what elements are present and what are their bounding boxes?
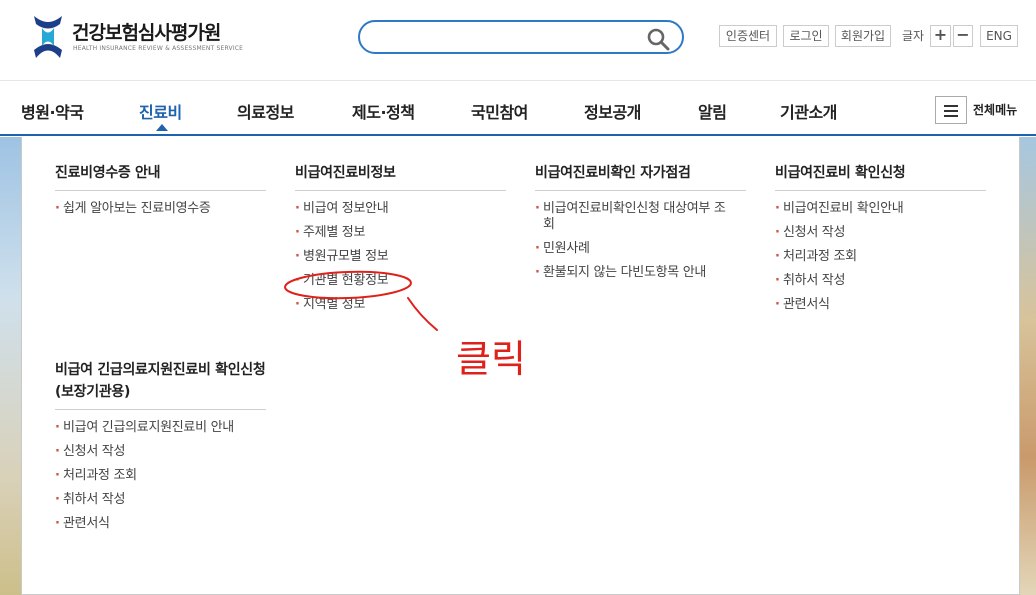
main-navigation: 병원·약국 진료비 의료정보 제도·정책 국민참여 정보공개 알림 기관소개 bbox=[0, 80, 1036, 136]
logo-subtext: HEALTH INSURANCE REVIEW & ASSESSMENT SER… bbox=[73, 45, 244, 52]
font-increase-button[interactable]: + bbox=[930, 25, 951, 47]
submenu-column-title: 비급여진료비정보 bbox=[295, 162, 506, 191]
submenu-link-institution-status[interactable]: 기관별 현황정보 bbox=[295, 273, 495, 289]
search-icon[interactable] bbox=[646, 27, 670, 51]
hamburger-icon-line bbox=[944, 110, 958, 112]
background-photo-edge bbox=[1020, 137, 1036, 595]
submenu-column-noncovered-info: 비급여진료비정보 비급여 정보안내 주제별 정보 병원규모별 정보 기관별 현황… bbox=[295, 162, 506, 321]
nav-participation[interactable]: 국민참여 bbox=[471, 99, 528, 123]
nav-medical-info[interactable]: 의료정보 bbox=[237, 99, 294, 123]
submenu-link[interactable]: 비급여진료비확인신청 대상여부 조회 bbox=[535, 201, 735, 233]
hamburger-icon bbox=[944, 105, 958, 107]
nav-info-disclosure[interactable]: 정보공개 bbox=[584, 99, 641, 123]
search-input[interactable] bbox=[374, 27, 634, 47]
submenu-column-title: 진료비영수증 안내 bbox=[55, 162, 266, 191]
submenu-link[interactable]: 취하서 작성 bbox=[775, 273, 975, 289]
submenu-link[interactable]: 민원사례 bbox=[535, 241, 735, 257]
submenu-link[interactable]: 신청서 작성 bbox=[775, 225, 975, 241]
active-caret-icon bbox=[156, 124, 168, 131]
submenu-link[interactable]: 주제별 정보 bbox=[295, 225, 495, 241]
submenu-link[interactable]: 환불되지 않는 다빈도항목 안내 bbox=[535, 265, 735, 281]
nav-about[interactable]: 기관소개 bbox=[780, 99, 837, 123]
submenu-link[interactable]: 처리과정 조회 bbox=[775, 249, 975, 265]
join-button[interactable]: 회원가입 bbox=[835, 25, 891, 47]
submenu-link[interactable]: 관련서식 bbox=[775, 297, 975, 313]
logo-text: 건강보험심사평가원 bbox=[72, 22, 221, 44]
font-decrease-button[interactable]: − bbox=[953, 25, 973, 47]
submenu-column-title: 비급여진료비 확인신청 bbox=[775, 162, 986, 191]
submenu-link[interactable]: 취하서 작성 bbox=[55, 492, 255, 508]
font-size-label: 글자 bbox=[902, 29, 925, 43]
submenu-panel: 진료비영수증 안내 쉽게 알아보는 진료비영수증 비급여진료비정보 비급여 정보… bbox=[21, 137, 1020, 595]
submenu-link[interactable]: 비급여 긴급의료지원진료비 안내 bbox=[55, 420, 255, 436]
nav-hospital-pharmacy[interactable]: 병원·약국 bbox=[21, 99, 84, 123]
logo-icon bbox=[34, 16, 62, 58]
submenu-link[interactable]: 비급여 정보안내 bbox=[295, 201, 495, 217]
submenu-column-title: 비급여 긴급의료지원진료비 확인신청(보장기관용) bbox=[55, 359, 266, 410]
submenu-link[interactable]: 관련서식 bbox=[55, 516, 255, 532]
search-box bbox=[358, 20, 684, 54]
hamburger-icon-line bbox=[944, 115, 958, 117]
site-logo[interactable]: 건강보험심사평가원 HEALTH INSURANCE REVIEW & ASSE… bbox=[30, 14, 243, 62]
submenu-column-confirm-request: 비급여진료비 확인신청 비급여진료비 확인안내 신청서 작성 처리과정 조회 취… bbox=[775, 162, 986, 321]
submenu-column-self-check: 비급여진료비확인 자가점검 비급여진료비확인신청 대상여부 조회 민원사례 환불… bbox=[535, 162, 746, 289]
submenu-column-receipt: 진료비영수증 안내 쉽게 알아보는 진료비영수증 bbox=[55, 162, 266, 225]
nav-medical-cost[interactable]: 진료비 bbox=[139, 99, 182, 123]
submenu-link[interactable]: 병원규모별 정보 bbox=[295, 249, 495, 265]
nav-notice[interactable]: 알림 bbox=[698, 99, 727, 123]
english-button[interactable]: ENG bbox=[980, 25, 1018, 47]
submenu-column-title: 비급여진료비확인 자가점검 bbox=[535, 162, 746, 191]
login-button[interactable]: 로그인 bbox=[783, 25, 829, 47]
submenu-link[interactable]: 비급여진료비 확인안내 bbox=[775, 201, 975, 217]
site-header: 건강보험심사평가원 HEALTH INSURANCE REVIEW & ASSE… bbox=[0, 0, 1036, 80]
all-menu-button[interactable] bbox=[935, 96, 967, 124]
submenu-link[interactable]: 신청서 작성 bbox=[55, 444, 255, 460]
submenu-column-emergency-support: 비급여 긴급의료지원진료비 확인신청(보장기관용) 비급여 긴급의료지원진료비 … bbox=[55, 359, 266, 540]
nav-system-policy[interactable]: 제도·정책 bbox=[352, 99, 415, 123]
cert-center-button[interactable]: 인증센터 bbox=[719, 25, 777, 47]
all-menu-label[interactable]: 전체메뉴 bbox=[973, 101, 1017, 118]
submenu-link[interactable]: 쉽게 알아보는 진료비영수증 bbox=[55, 201, 255, 217]
submenu-link[interactable]: 처리과정 조회 bbox=[55, 468, 255, 484]
submenu-link[interactable]: 지역별 정보 bbox=[295, 297, 495, 313]
